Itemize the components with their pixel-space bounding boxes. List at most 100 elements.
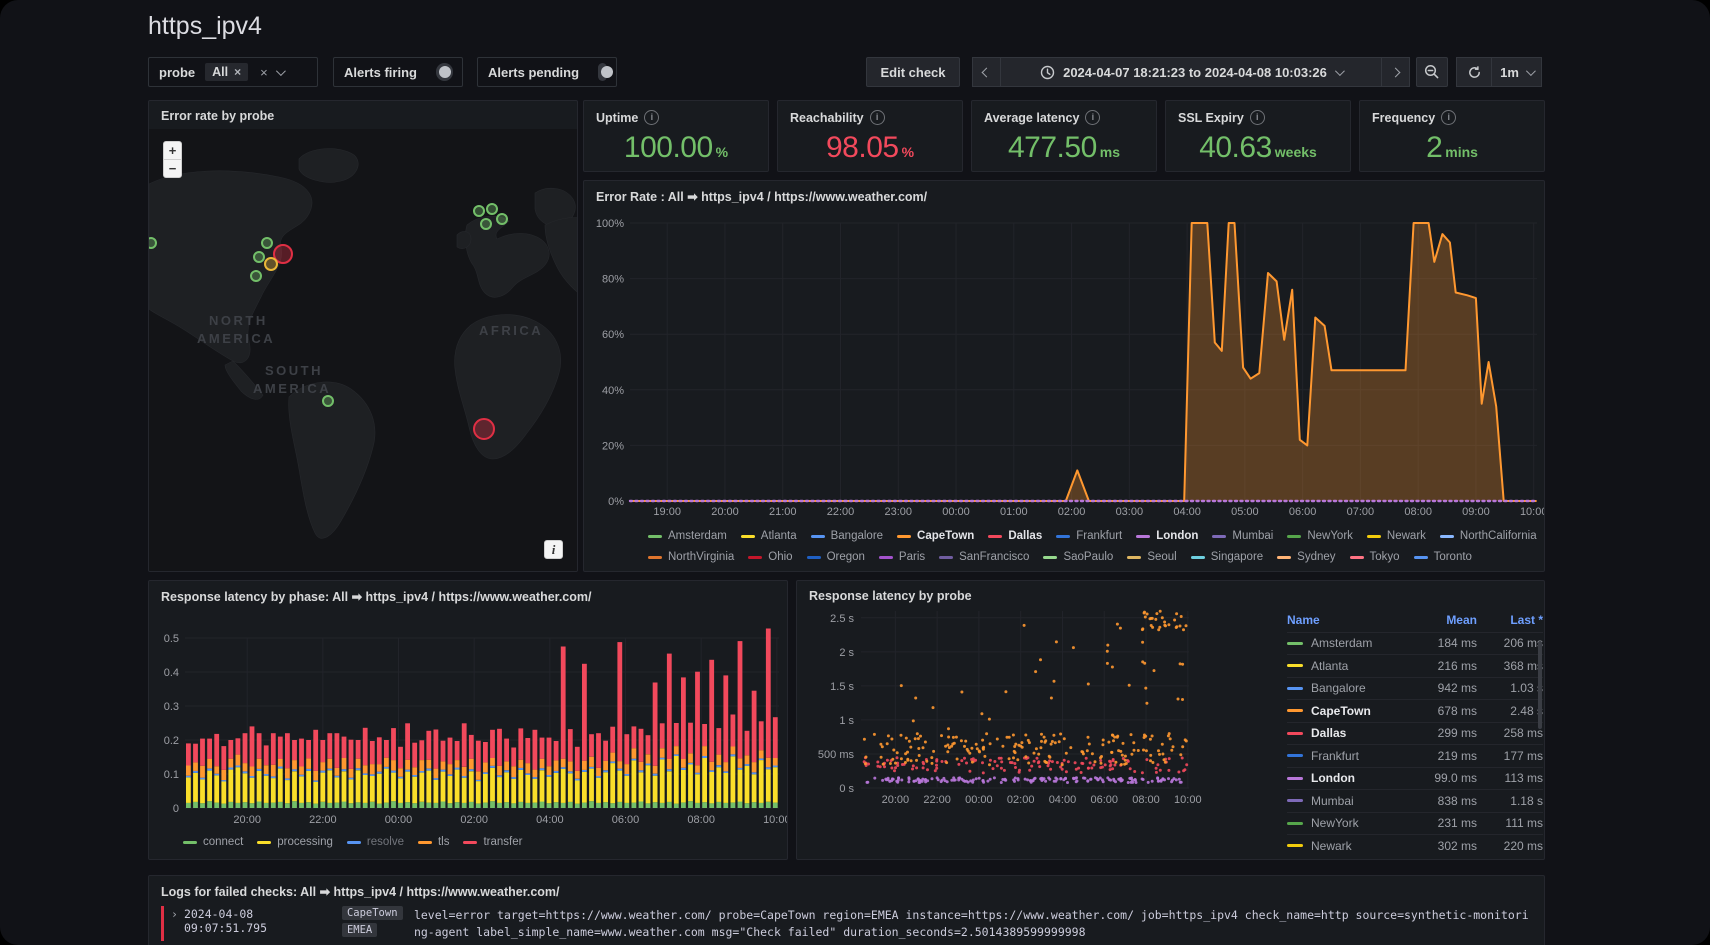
legend-color-dash bbox=[811, 535, 825, 538]
legend-item-atlanta[interactable]: Atlanta bbox=[741, 530, 797, 542]
legend-label: Amsterdam bbox=[668, 530, 727, 542]
legend-item-paris[interactable]: Paris bbox=[879, 551, 925, 563]
legend-color-dash bbox=[418, 841, 432, 844]
table-row-london[interactable]: London99.0 ms113 ms bbox=[1287, 767, 1543, 790]
column-header-mean[interactable]: Mean bbox=[1411, 613, 1477, 627]
legend-label: resolve bbox=[367, 836, 404, 848]
legend-color-dash bbox=[648, 535, 662, 538]
probe-filter[interactable]: probe All × × bbox=[148, 57, 318, 87]
stat-title: Uptimei bbox=[596, 110, 659, 125]
table-row-dallas[interactable]: Dallas299 ms258 ms bbox=[1287, 722, 1543, 745]
refresh-button[interactable] bbox=[1456, 57, 1492, 87]
legend-item-ohio[interactable]: Ohio bbox=[748, 551, 792, 563]
zoom-out-time-button[interactable] bbox=[1416, 57, 1448, 87]
legend-item-saopaulo[interactable]: SaoPaulo bbox=[1043, 551, 1113, 563]
legend-item-newark[interactable]: Newark bbox=[1367, 530, 1426, 542]
clear-filter-icon[interactable]: × bbox=[260, 65, 268, 80]
geomap[interactable] bbox=[149, 129, 577, 571]
legend-item-resolve[interactable]: resolve bbox=[347, 836, 404, 848]
table-row-frankfurt[interactable]: Frankfurt219 ms177 ms bbox=[1287, 744, 1543, 767]
legend-item-bangalore[interactable]: Bangalore bbox=[811, 530, 883, 542]
alerts-firing-toggle[interactable] bbox=[436, 63, 453, 81]
legend-label: SaoPaulo bbox=[1063, 551, 1113, 563]
legend-label: SanFrancisco bbox=[959, 551, 1029, 563]
table-header-row: NameMeanLast * bbox=[1287, 609, 1543, 632]
map-attribution-button[interactable]: i bbox=[544, 540, 563, 559]
legend-item-seoul[interactable]: Seoul bbox=[1127, 551, 1176, 563]
svg-text:0 s: 0 s bbox=[839, 783, 854, 795]
refresh-interval-dropdown[interactable]: 1m bbox=[1492, 57, 1542, 87]
table-row-capetown[interactable]: CapeTown678 ms2.48 s bbox=[1287, 699, 1543, 722]
probe-filter-value: All bbox=[212, 65, 228, 79]
info-icon[interactable]: i bbox=[644, 110, 659, 125]
legend-item-sanfrancisco[interactable]: SanFrancisco bbox=[939, 551, 1029, 563]
legend-color-dash bbox=[1056, 535, 1070, 538]
table-row-newyork[interactable]: NewYork231 ms111 ms bbox=[1287, 812, 1543, 835]
info-icon[interactable]: i bbox=[870, 110, 885, 125]
time-shift-back-button[interactable] bbox=[972, 57, 1000, 87]
info-icon[interactable]: i bbox=[1441, 110, 1456, 125]
legend-item-sydney[interactable]: Sydney bbox=[1277, 551, 1335, 563]
time-shift-forward-button[interactable] bbox=[1382, 57, 1410, 87]
time-range-button[interactable]: 2024-04-07 18:21:23 to 2024-04-08 10:03:… bbox=[1000, 57, 1382, 87]
legend-item-singapore[interactable]: Singapore bbox=[1191, 551, 1263, 563]
legend-item-mumbai[interactable]: Mumbai bbox=[1212, 530, 1273, 542]
legend-item-transfer[interactable]: transfer bbox=[463, 836, 522, 848]
info-icon[interactable]: i bbox=[1085, 110, 1100, 125]
table-row-bangalore[interactable]: Bangalore942 ms1.03 s bbox=[1287, 677, 1543, 700]
map-zoom-out-button[interactable]: − bbox=[163, 159, 182, 178]
table-row-mumbai[interactable]: Mumbai838 ms1.18 s bbox=[1287, 789, 1543, 812]
legend-item-northvirginia[interactable]: NorthVirginia bbox=[648, 551, 734, 563]
latency-by-phase-chart[interactable]: 00.10.20.30.40.520:0022:0000:0002:0004:0… bbox=[149, 581, 788, 833]
remove-value-icon[interactable]: × bbox=[234, 65, 241, 79]
probe-marker bbox=[261, 237, 273, 249]
column-header-last[interactable]: Last * bbox=[1477, 613, 1543, 627]
log-row[interactable]: › 2024-04-08 09:07:51.795 CapeTownEMEA l… bbox=[161, 906, 1534, 941]
legend-item-amsterdam[interactable]: Amsterdam bbox=[648, 530, 727, 542]
probe-name: Frankfurt bbox=[1311, 749, 1359, 763]
legend-item-processing[interactable]: processing bbox=[257, 836, 333, 848]
legend-item-oregon[interactable]: Oregon bbox=[807, 551, 865, 563]
legend-item-tls[interactable]: tls bbox=[418, 836, 450, 848]
table-row-amsterdam[interactable]: Amsterdam184 ms206 ms bbox=[1287, 632, 1543, 655]
last-value: 177 ms bbox=[1477, 749, 1543, 763]
column-header-name[interactable]: Name bbox=[1287, 613, 1411, 627]
chevron-down-icon[interactable] bbox=[276, 66, 286, 76]
probe-marker bbox=[253, 251, 265, 263]
legend-item-tokyo[interactable]: Tokyo bbox=[1350, 551, 1400, 563]
info-icon[interactable]: i bbox=[1250, 110, 1265, 125]
mean-value: 184 ms bbox=[1411, 636, 1477, 650]
probe-marker bbox=[496, 213, 508, 225]
svg-text:06:00: 06:00 bbox=[612, 814, 640, 826]
svg-text:21:00: 21:00 bbox=[769, 506, 797, 518]
legend-item-capetown[interactable]: CapeTown bbox=[897, 530, 974, 542]
legend-label: transfer bbox=[483, 836, 522, 848]
svg-text:02:00: 02:00 bbox=[1007, 794, 1035, 806]
legend-item-toronto[interactable]: Toronto bbox=[1414, 551, 1472, 563]
legend-item-northcalifornia[interactable]: NorthCalifornia bbox=[1440, 530, 1537, 542]
legend-item-frankfurt[interactable]: Frankfurt bbox=[1056, 530, 1122, 542]
legend-label: Singapore bbox=[1211, 551, 1263, 563]
legend-item-dallas[interactable]: Dallas bbox=[988, 530, 1042, 542]
legend-item-london[interactable]: London bbox=[1136, 530, 1198, 542]
series-color-dash bbox=[1287, 754, 1303, 757]
map-zoom-in-button[interactable]: + bbox=[163, 141, 182, 160]
probe-name: Amsterdam bbox=[1311, 636, 1372, 650]
svg-text:00:00: 00:00 bbox=[965, 794, 993, 806]
legend-color-dash bbox=[1414, 556, 1428, 559]
legend-item-connect[interactable]: connect bbox=[183, 836, 243, 848]
legend-label: Mumbai bbox=[1232, 530, 1273, 542]
table-row-atlanta[interactable]: Atlanta216 ms368 ms bbox=[1287, 654, 1543, 677]
edit-check-button[interactable]: Edit check bbox=[866, 57, 960, 87]
probe-filter-value-pill[interactable]: All × bbox=[205, 63, 248, 81]
legend-item-newyork[interactable]: NewYork bbox=[1287, 530, 1353, 542]
error-rate-chart[interactable]: 19:0020:0021:0022:0023:0000:0001:0002:00… bbox=[584, 181, 1545, 521]
log-expand-chevron[interactable]: › bbox=[171, 907, 178, 921]
svg-text:00:00: 00:00 bbox=[385, 814, 413, 826]
table-scrollbar[interactable] bbox=[1538, 641, 1542, 729]
table-row-newark[interactable]: Newark302 ms220 ms bbox=[1287, 834, 1543, 857]
svg-text:23:00: 23:00 bbox=[885, 506, 913, 518]
legend-color-dash bbox=[347, 841, 361, 844]
alerts-pending-toggle[interactable] bbox=[598, 63, 607, 81]
clock-icon bbox=[1040, 65, 1055, 80]
